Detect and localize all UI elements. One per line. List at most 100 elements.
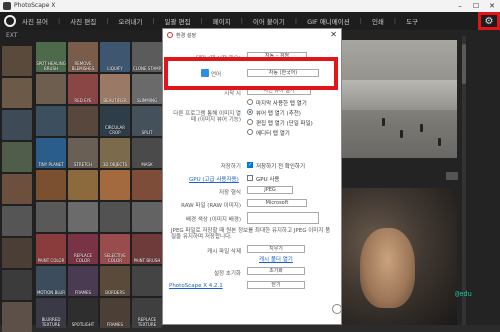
menu-tools[interactable]: 도구 [406,16,418,26]
clear-cache-button[interactable]: 지우기 [247,245,305,253]
tool-tile[interactable]: PAINT BRUSH [132,234,162,264]
tool-tile[interactable] [36,202,66,232]
maximize-button[interactable]: ☐ [468,0,484,12]
menu-separator: | [152,17,155,25]
thumbnail[interactable] [2,110,32,140]
tool-tile[interactable]: SPOTLIGHT [68,298,98,328]
menu-combine[interactable]: 이어 붙이기 [253,16,285,26]
collapse-icon[interactable] [332,304,342,314]
tool-tile[interactable] [68,202,98,232]
save-format-select[interactable]: JPEG [247,186,293,194]
menu-cut-out[interactable]: 오려내기 [118,16,142,26]
tool-tile[interactable] [132,170,162,200]
tool-tile[interactable]: FRAMES [68,266,98,296]
thumbnail[interactable] [2,302,32,332]
tool-tile[interactable]: SPLIT [132,106,162,136]
thumbnail[interactable] [2,46,32,76]
tool-tile[interactable]: FRAMES [100,298,130,328]
tool-tile[interactable] [36,170,66,200]
tool-tile[interactable]: SPOT HEALING BRUSH [36,42,66,72]
tool-tile-label: SLIMMING [136,98,158,103]
confirm-save-checkbox[interactable]: ✓ [247,162,253,168]
tool-tile[interactable] [36,106,66,136]
tool-tile[interactable] [132,202,162,232]
open-editor-tab-single-label: 편집 탭 열기 (단일 파일) [256,121,313,127]
tool-tile[interactable] [36,74,66,104]
minimize-button[interactable]: – [452,0,468,12]
open-last-tab-radio[interactable] [247,99,253,105]
menu-viewer[interactable]: 사진 뷰어 [22,16,48,26]
open-editor-tab-label: 에디터 탭 열기 [256,131,290,137]
theme-select[interactable]: 자동 – 검정 [247,52,307,60]
start-select[interactable]: 사진 뷰어 열기 [247,87,311,95]
tool-tile[interactable]: STRETCH [68,138,98,168]
dialog-close-icon[interactable]: ✕ [330,30,337,39]
tool-tile[interactable]: 3D OBJECTS [100,138,130,168]
tool-tile-label: REPLACE COLOR [73,253,93,263]
reset-label: 설정 초기화 [213,271,241,277]
open-editor-tab-radio[interactable] [247,129,253,135]
tool-tile[interactable]: RED EYE [68,74,98,104]
dialog-close-button[interactable]: 닫기 [247,281,305,289]
menu-editor[interactable]: 사진 편집 [70,16,96,26]
thumbnail[interactable] [2,78,32,108]
tool-tile[interactable]: BLURRED TEXTURE [36,298,66,328]
menu-batch[interactable]: 일괄 편집 [165,16,191,26]
thumbnail-strip [0,42,34,332]
jpeg-note: JPEG 파일로 저장할 때 원본 정보를 최대한 유지하고 JPEG 이미지 … [171,228,331,240]
tool-tile-label: 3D OBJECTS [102,162,128,167]
tool-tile[interactable]: LIQUIFY [100,42,130,72]
theme-label: 테마 (재 시작 필요) [196,56,241,62]
close-button[interactable]: ✕ [484,0,500,12]
bg-color-field[interactable] [247,212,319,224]
tool-tile[interactable]: CLONE STAMP [132,42,162,72]
tool-tile[interactable]: MASK [132,138,162,168]
tool-tile[interactable]: BEAUTIFIER [100,74,130,104]
tool-tile[interactable]: TINY PLANET [36,138,66,168]
tool-tile-label: REPLACE TEXTURE [137,317,157,327]
reset-button[interactable]: 초기화 [247,267,305,275]
tool-tile[interactable]: MOTION BLUR [36,266,66,296]
menu-print[interactable]: 인쇄 [372,16,384,26]
scrollbar-thumb[interactable] [462,44,466,84]
thumbnail[interactable] [2,238,32,268]
tool-tile[interactable] [100,170,130,200]
tool-tile[interactable]: BORDERS [100,266,130,296]
tool-tile[interactable] [68,106,98,136]
tool-tile[interactable]: REPLACE COLOR [68,234,98,264]
gpu-link[interactable]: GPU (고급 사용자용) [189,175,239,183]
open-editor-tab-single-radio[interactable] [247,119,253,125]
settings-gear-icon[interactable]: ⚙ [478,12,500,30]
use-gpu-checkbox[interactable] [247,175,253,181]
tool-tile-label: FRAMES [74,290,92,295]
beach-photo[interactable] [342,40,457,158]
tool-tile[interactable]: PAINT COLOR [36,234,66,264]
photoscape-logo-icon[interactable] [4,15,16,27]
portrait-photo[interactable] [342,188,457,325]
scrollbar[interactable] [462,36,466,325]
tool-tile-label: CIRCULAR CROP [104,125,126,135]
tool-tile[interactable]: REMOVE BLEMISHES [68,42,98,72]
menu-gif[interactable]: GIF 애니메이션 [307,16,350,26]
tool-tile[interactable]: SELECTIVE COLOR [100,234,130,264]
tool-tile[interactable] [68,170,98,200]
tool-tile[interactable]: CIRCULAR CROP [100,106,130,136]
menu-page[interactable]: 페이지 [213,16,231,26]
raw-select[interactable]: Microsoft [247,199,307,207]
dialog-header: 환경 설정 ✕ [163,29,341,41]
tool-tile[interactable]: REPLACE TEXTURE [132,298,162,328]
menu-separator: | [240,17,243,25]
tool-tile-label: SPOTLIGHT [71,322,95,327]
tool-tile[interactable] [132,266,162,296]
tool-tile[interactable]: SLIMMING [132,74,162,104]
tool-tile[interactable] [100,202,130,232]
language-select[interactable]: 자동 (한국어) [247,69,319,77]
thumbnail[interactable] [2,174,32,204]
thumbnail[interactable] [2,270,32,300]
thumbnail[interactable] [2,142,32,172]
open-viewer-tab-radio[interactable] [247,109,253,115]
version-link[interactable]: PhotoScape X 4.2.1 [169,283,223,289]
tool-tile-label: SPOT HEALING BRUSH [36,61,66,71]
open-cache-folder-link[interactable]: 캐시 폴더 열기 [259,255,293,263]
thumbnail[interactable] [2,206,32,236]
